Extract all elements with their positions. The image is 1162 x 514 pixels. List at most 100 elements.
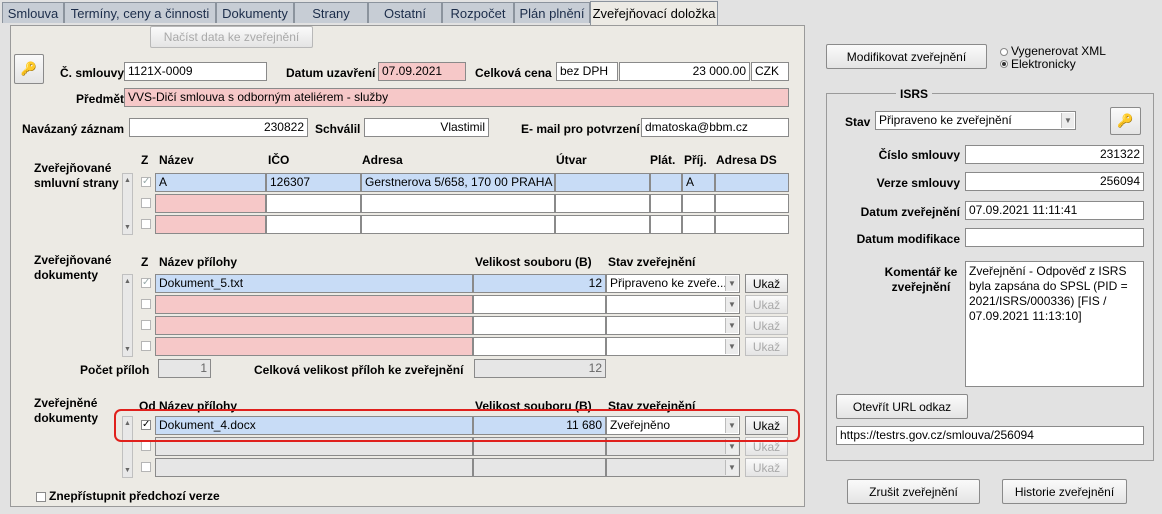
document-state-select[interactable]: ▼ — [606, 316, 740, 335]
contract-no-field[interactable]: 1121X-0009 — [124, 62, 267, 81]
party-plat-cell[interactable] — [650, 173, 682, 192]
party-plat-cell[interactable] — [650, 215, 682, 234]
col-prij: Příj. — [684, 153, 707, 167]
party-address-cell[interactable]: Gerstnerova 5/658, 170 00 PRAHA 7 — [361, 173, 555, 192]
party-prij-cell[interactable] — [682, 194, 715, 213]
published-size-cell[interactable] — [473, 458, 606, 477]
document-name-cell[interactable] — [155, 337, 473, 356]
published-checkbox[interactable] — [141, 441, 151, 451]
document-name-cell[interactable] — [155, 295, 473, 314]
party-name-cell[interactable]: A — [155, 173, 266, 192]
document-size-cell[interactable] — [473, 295, 606, 314]
total-size-label: Celková velikost příloh ke zveřejnění — [254, 363, 464, 377]
tab-ostatni[interactable]: Ostatní — [368, 2, 442, 23]
url-field[interactable]: https://testrs.gov.cz/smlouva/256094 — [836, 426, 1144, 445]
document-name-cell[interactable] — [155, 316, 473, 335]
party-name-cell[interactable] — [155, 194, 266, 213]
tab-smlouva[interactable]: Smlouva — [2, 2, 64, 23]
parties-scrollbar[interactable]: ▲ ▼ — [122, 173, 133, 235]
document-checkbox[interactable] — [141, 320, 151, 330]
arrow-down-icon[interactable]: ▼ — [123, 466, 132, 476]
show-button[interactable]: Ukaž — [745, 316, 788, 335]
document-state-select[interactable]: Připraveno ke zveře... ▼ — [606, 274, 740, 293]
document-size-cell[interactable]: 12 — [473, 274, 606, 293]
tab-plan-plneni[interactable]: Plán plnění — [514, 2, 590, 23]
email-field[interactable]: dmatoska@bbm.cz — [641, 118, 789, 137]
published-checkbox[interactable] — [141, 462, 151, 472]
comment-textarea[interactable]: Zveřejnění - Odpověď z ISRS byla zapsána… — [965, 261, 1144, 387]
subject-field[interactable]: VVS-Dičí smlouva s odborným ateliérem - … — [124, 88, 789, 107]
show-button[interactable]: Ukaž — [745, 295, 788, 314]
document-checkbox[interactable]: ✓ — [141, 278, 151, 288]
party-checkbox[interactable] — [141, 219, 151, 229]
document-state-select[interactable]: ▼ — [606, 295, 740, 314]
document-name-cell[interactable]: Dokument_5.txt — [155, 274, 473, 293]
date-field[interactable]: 07.09.2021 — [378, 62, 466, 81]
party-prij-cell[interactable]: A — [682, 173, 715, 192]
party-name-cell[interactable] — [155, 215, 266, 234]
party-plat-cell[interactable] — [650, 194, 682, 213]
party-ico-cell[interactable] — [266, 215, 361, 234]
arrow-up-icon[interactable]: ▲ — [123, 277, 132, 287]
col-file-size: Velikost souboru (B) — [475, 255, 592, 269]
contract-number-field[interactable]: 231322 — [965, 145, 1144, 164]
show-button[interactable]: Ukaž — [745, 274, 788, 293]
party-address-cell[interactable] — [361, 194, 555, 213]
published-state-select[interactable]: ▼ — [606, 458, 740, 477]
linked-record-field[interactable]: 230822 — [129, 118, 308, 137]
state-label: Stav — [845, 115, 871, 129]
tab-terminy[interactable]: Termíny, ceny a činnosti — [64, 2, 216, 23]
document-checkbox[interactable] — [141, 299, 151, 309]
tab-strany[interactable]: Strany — [294, 2, 368, 23]
party-prij-cell[interactable] — [682, 215, 715, 234]
modification-date-field[interactable] — [965, 228, 1144, 247]
modify-publication-button[interactable]: Modifikovat zveřejnění — [826, 44, 987, 69]
documents-scrollbar[interactable]: ▲ ▼ — [122, 274, 133, 357]
approved-field[interactable]: Vlastimil — [364, 118, 489, 137]
chevron-down-icon: ▼ — [1061, 113, 1074, 128]
party-ds-cell[interactable] — [715, 215, 789, 234]
document-size-cell[interactable] — [473, 337, 606, 356]
radio-xml[interactable] — [1000, 48, 1008, 56]
publication-history-button[interactable]: Historie zveřejnění — [1002, 479, 1127, 504]
prev-versions-label: Znepřístupnit předchozí verze — [49, 489, 220, 503]
tab-rozpocet[interactable]: Rozpočet — [442, 2, 514, 23]
party-checkbox[interactable] — [141, 198, 151, 208]
currency-field[interactable]: CZK — [751, 62, 789, 81]
tab-zverejnovaci-dolozka[interactable]: Zveřejňovací doložka — [590, 1, 718, 25]
document-size-cell[interactable] — [473, 316, 606, 335]
radio-electronic[interactable] — [1000, 60, 1008, 68]
arrow-up-icon[interactable]: ▲ — [123, 176, 132, 186]
key-button[interactable]: 🔑 — [14, 54, 44, 84]
party-unit-cell[interactable] — [555, 194, 650, 213]
state-select[interactable]: Připraveno ke zveřejnění ▼ — [875, 111, 1076, 130]
party-ico-cell[interactable] — [266, 194, 361, 213]
col-unit: Útvar — [556, 153, 587, 167]
party-ds-cell[interactable] — [715, 173, 789, 192]
party-ico-cell[interactable]: 126307 — [266, 173, 361, 192]
published-name-cell[interactable] — [155, 458, 473, 477]
document-state-select[interactable]: ▼ — [606, 337, 740, 356]
tab-dokumenty[interactable]: Dokumenty — [216, 2, 294, 23]
party-checkbox[interactable]: ✓ — [141, 177, 151, 187]
party-ds-cell[interactable] — [715, 194, 789, 213]
load-data-button[interactable]: Načíst data ke zveřejnění — [150, 26, 313, 48]
party-unit-cell[interactable] — [555, 215, 650, 234]
key-button[interactable]: 🔑 — [1110, 107, 1141, 135]
col-attachment-name: Název přílohy — [159, 255, 238, 269]
arrow-down-icon[interactable]: ▼ — [123, 345, 132, 355]
contract-version-field[interactable]: 256094 — [965, 172, 1144, 191]
arrow-down-icon[interactable]: ▼ — [123, 223, 132, 233]
document-checkbox[interactable] — [141, 341, 151, 351]
party-unit-cell[interactable] — [555, 173, 650, 192]
vat-field[interactable]: bez DPH — [556, 62, 618, 81]
cancel-publication-button[interactable]: Zrušit zveřejnění — [847, 479, 980, 504]
show-button[interactable]: Ukaž — [745, 337, 788, 356]
publication-date-field[interactable]: 07.09.2021 11:11:41 — [965, 201, 1144, 220]
total-price-field[interactable]: 23 000.00 — [619, 62, 750, 81]
prev-versions-checkbox[interactable] — [36, 492, 46, 502]
show-button[interactable]: Ukaž — [745, 458, 788, 477]
col-ds: Adresa DS — [716, 153, 777, 167]
open-url-button[interactable]: Otevřít URL odkaz — [836, 394, 968, 419]
party-address-cell[interactable] — [361, 215, 555, 234]
